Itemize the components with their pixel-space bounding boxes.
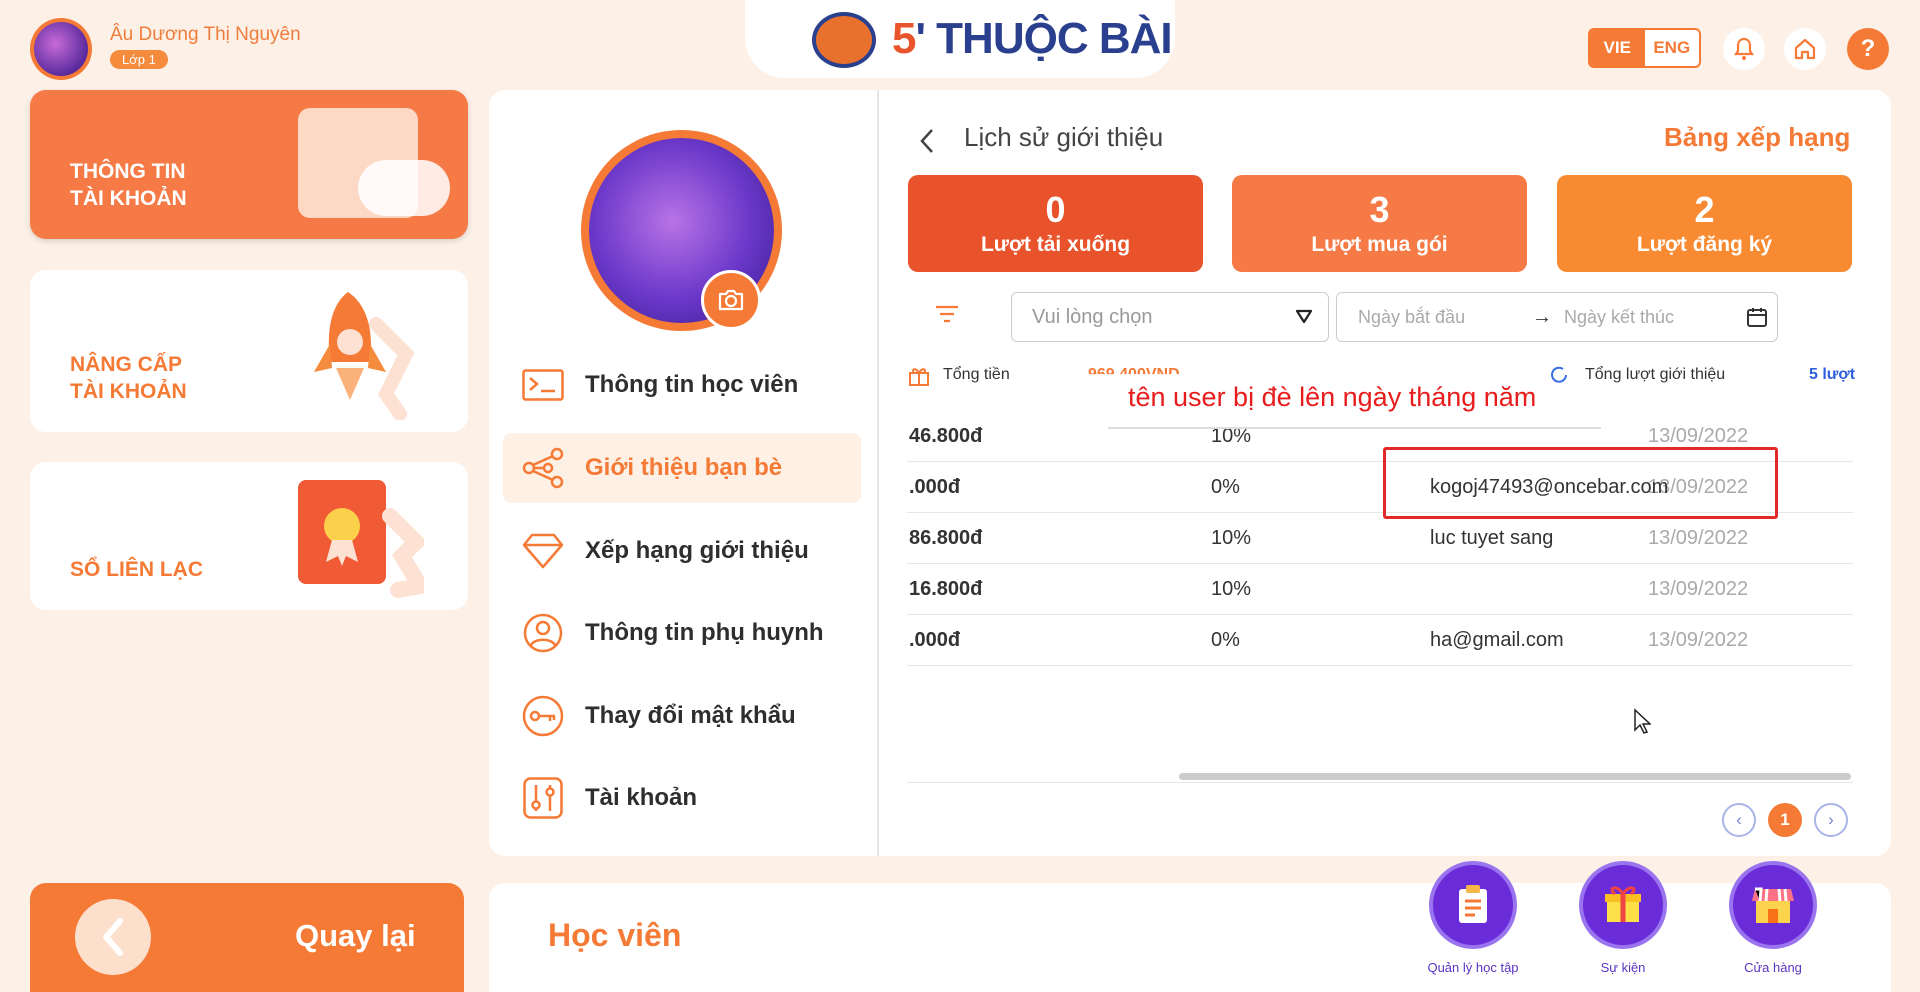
table-row: 16.800đ 10% 13/09/2022 [907,564,1853,615]
card-contact-book[interactable]: SỔ LIÊN LẠC [30,462,468,610]
help-icon[interactable]: ? [1847,28,1889,70]
table-row: 86.800đ 10% luc tuyet sang 13/09/2022 [907,513,1853,564]
card-title: THÔNG TIN TÀI KHOẢN [70,160,187,210]
menu-change-password[interactable]: Thay đổi mật khẩu [503,681,861,751]
cloud-icon [358,160,450,216]
card-upgrade-account[interactable]: NÂNG CẤP TÀI KHOẢN [30,270,468,432]
terminal-icon [521,363,565,407]
share-icon [521,446,565,490]
bug-annotation: tên user bị đè lên ngày tháng năm [1128,382,1537,412]
card-title: NÂNG CẤP TÀI KHOẢN [70,353,187,403]
sliders-icon [521,776,565,820]
back-chevron-icon[interactable] [918,126,936,164]
user-name: Âu Dương Thị Nguyên [110,24,301,45]
back-arrow-icon[interactable] [75,899,151,975]
certificate-book-icon [298,480,424,598]
menu-account[interactable]: Tài khoản [503,763,861,833]
dock-label-shop[interactable]: Cửa hàng [1703,960,1843,975]
logo-mascot-icon [812,12,876,68]
back-label[interactable]: Quay lại [295,918,416,954]
dock-label-events[interactable]: Sự kiện [1553,960,1693,975]
lang-eng-button[interactable]: ENG [1645,30,1700,66]
clipboard-icon[interactable] [1429,861,1517,949]
stat-purchases: 3 Lượt mua gói [1232,175,1527,272]
stat-downloads: 0 Lượt tải xuống [908,175,1203,272]
card-account-info[interactable]: THÔNG TIN TÀI KHOẢN [30,90,468,239]
table-row: .000đ 0% ha@gmail.com 13/09/2022 [907,615,1853,666]
bottom-panel [489,883,1891,992]
diamond-icon [521,529,565,573]
user-circle-icon [521,611,565,655]
annotation-underline [1108,427,1601,429]
total-money-label: Tổng tiền [943,366,1010,383]
key-icon [521,694,565,738]
card-title: SỔ LIÊN LẠC [70,558,204,581]
total-referrals-value: 5 lượt [1809,366,1856,383]
total-referrals-label: Tổng lượt giới thiệu [1585,366,1726,383]
rocket-icon [314,292,415,420]
mouse-cursor-icon [1634,708,1651,734]
gift-box-icon [909,368,929,386]
date-range-picker[interactable]: Ngày bắt đầu → Ngày kết thúc [1336,292,1778,342]
arrow-right-icon: → [1532,305,1552,328]
bug-highlight-box [1383,447,1778,519]
horizontal-scrollbar[interactable] [1179,773,1851,780]
ranking-link[interactable]: Bảng xếp hạng [1664,122,1850,153]
app-logo[interactable]: 5ʹ THUỘC BÀI [892,14,1173,64]
home-icon[interactable] [1784,28,1826,70]
prev-page-button[interactable]: ‹ [1722,803,1756,837]
page-button[interactable]: 1 [1768,803,1802,837]
filter-select[interactable]: Vui lòng chọn [1011,292,1329,342]
table-divider [907,782,1853,783]
start-date-input[interactable]: Ngày bắt đầu [1358,307,1508,328]
bell-icon[interactable] [1723,28,1765,70]
gift-icon[interactable] [1579,861,1667,949]
section-title: Lịch sử giới thiệu [964,122,1164,152]
shop-icon[interactable] [1729,861,1817,949]
user-grade-badge: Lớp 1 [110,50,168,69]
lang-vie-button[interactable]: VIE [1590,30,1645,66]
calendar-icon[interactable] [1746,306,1768,328]
filter-icon[interactable] [935,305,959,328]
dock-label-learning[interactable]: Quản lý học tập [1403,960,1543,975]
menu-refer-friends[interactable]: Giới thiệu bạn bè [503,433,861,503]
menu-referral-ranking[interactable]: Xếp hạng giới thiệu [503,516,861,586]
camera-icon[interactable] [701,270,761,330]
refresh-icon [1551,366,1567,383]
student-section-label: Học viên [548,917,682,953]
stat-registrations: 2 Lượt đăng ký [1557,175,1852,272]
menu-parent-info[interactable]: Thông tin phụ huynh [503,598,861,668]
end-date-input[interactable]: Ngày kết thúc [1564,307,1724,328]
dropdown-triangle-icon [1295,309,1313,324]
language-switch: VIE ENG [1588,28,1701,68]
next-page-button[interactable]: › [1814,803,1848,837]
menu-student-info[interactable]: Thông tin học viên [503,350,861,420]
user-avatar[interactable] [30,18,92,80]
